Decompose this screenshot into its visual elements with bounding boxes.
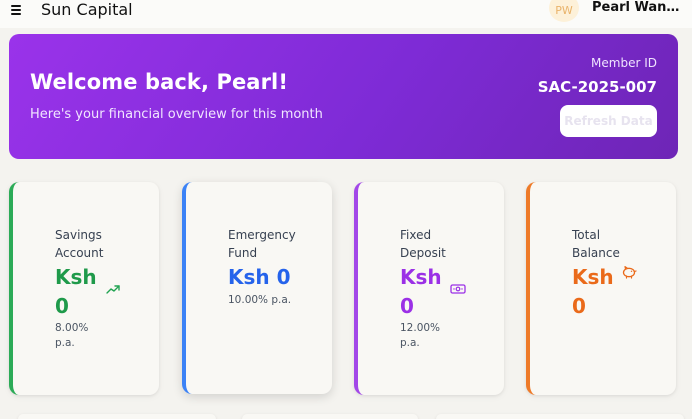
card-title: Total Balance <box>572 228 620 260</box>
card-balance: Ksh 0 <box>572 265 614 318</box>
section-card <box>18 414 216 419</box>
card-title: Emergency Fund <box>228 228 296 260</box>
refresh-data-button[interactable]: Refresh Data <box>560 105 657 137</box>
user-name[interactable]: Pearl Wangui... <box>592 0 684 15</box>
piggy-bank-icon <box>621 264 637 283</box>
welcome-banner: Welcome back, Pearl! Here's your financi… <box>9 34 678 159</box>
top-bar: Sun Capital PW Pearl Wangui... <box>0 0 692 28</box>
member-id-value: SAC-2025-007 <box>537 78 657 96</box>
section-card <box>436 414 684 419</box>
welcome-title: Welcome back, Pearl! <box>30 70 289 94</box>
section-card <box>242 414 418 419</box>
welcome-subtitle: Here's your financial overview for this … <box>30 107 323 122</box>
interest-rate: 12.00% p.a. <box>400 322 441 349</box>
emergency-fund-card[interactable]: Emergency Fund Ksh 0 10.00% p.a. <box>182 182 332 394</box>
savings-account-card[interactable]: Savings Account Ksh 0 8.00% p.a. <box>9 182 159 395</box>
avatar[interactable]: PW <box>549 0 579 22</box>
card-balance: Ksh 0 <box>55 265 97 318</box>
card-balance: Ksh 0 <box>228 265 291 289</box>
fixed-deposit-card[interactable]: Fixed Deposit Ksh 0 12.00% p.a. <box>354 182 504 395</box>
trending-up-icon <box>106 280 120 299</box>
interest-rate: 8.00% p.a. <box>55 322 89 349</box>
interest-rate: 10.00% p.a. <box>228 294 292 306</box>
brand-name: Sun Capital <box>41 0 133 19</box>
card-title: Savings Account <box>55 228 104 260</box>
banknote-icon <box>450 280 466 299</box>
total-balance-card[interactable]: Total Balance Ksh 0 <box>526 182 676 395</box>
card-balance: Ksh 0 <box>400 265 442 318</box>
hamburger-menu-icon[interactable] <box>11 4 25 16</box>
card-title: Fixed Deposit <box>400 228 446 260</box>
member-id-label: Member ID <box>591 56 657 70</box>
